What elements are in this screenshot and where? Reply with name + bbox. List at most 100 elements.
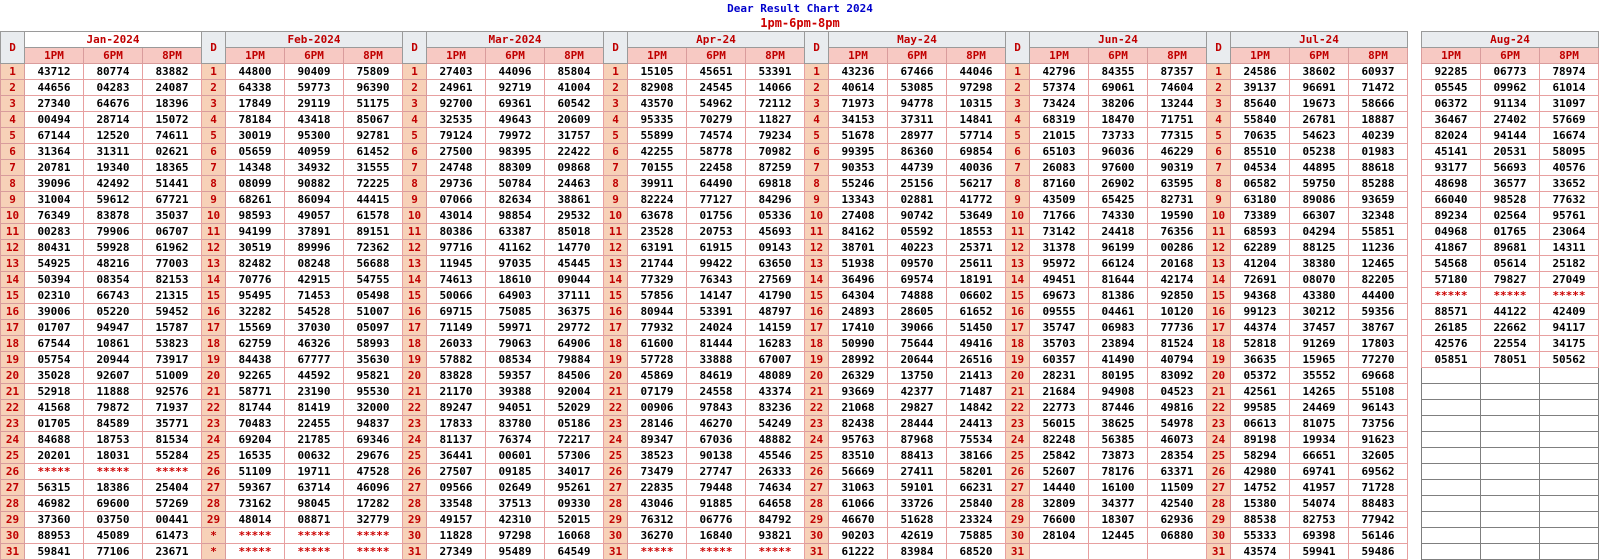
column-gutter: [1407, 271, 1422, 288]
column-gutter: [1407, 159, 1422, 176]
day-number: 25: [1005, 447, 1030, 464]
result-cell: 89086: [1289, 191, 1349, 208]
day-number: 17: [201, 319, 226, 336]
day-number: 2: [1206, 79, 1231, 96]
day-number: 4: [402, 111, 427, 128]
day-number: 15: [0, 287, 25, 304]
day-number: 5: [1005, 127, 1030, 144]
result-cell: 66307: [1289, 207, 1349, 224]
result-cell: 54925: [24, 255, 84, 272]
result-cell: 08871: [284, 511, 344, 528]
result-cell: [1539, 431, 1599, 448]
result-cell: 13244: [1147, 95, 1207, 112]
day-number: 11: [1206, 223, 1231, 240]
result-cell: 38861: [544, 191, 604, 208]
result-cell: 66124: [1088, 255, 1148, 272]
result-cell: 90138: [686, 447, 746, 464]
result-cell: 77932: [627, 319, 687, 336]
result-cell: 42492: [83, 175, 143, 192]
day-number: 22: [603, 399, 628, 416]
result-cell: 36577: [1480, 175, 1540, 192]
day-number: 31: [0, 543, 25, 560]
day-number: 31: [1005, 543, 1030, 560]
result-cell: 79872: [83, 399, 143, 416]
result-cell: 95763: [828, 431, 888, 448]
result-cell: 02881: [887, 191, 947, 208]
result-cell: 15380: [1230, 495, 1290, 512]
day-number: 5: [0, 127, 25, 144]
result-cell: 21170: [426, 383, 486, 400]
result-cell: 09962: [1480, 79, 1540, 96]
result-cell: 18470: [1088, 111, 1148, 128]
day-number: 14: [0, 271, 25, 288]
result-cell: 56669: [828, 463, 888, 480]
result-cell: 38767: [1348, 319, 1408, 336]
day-number: 16: [0, 303, 25, 320]
result-cell: 26185: [1421, 319, 1481, 336]
result-cell: 22554: [1480, 335, 1540, 352]
result-cell: 81444: [686, 335, 746, 352]
result-cell: 69715: [426, 303, 486, 320]
result-cell: 53391: [745, 63, 805, 80]
day-number: 24: [1206, 431, 1231, 448]
result-cell: 83510: [828, 447, 888, 464]
day-number: 12: [1005, 239, 1030, 256]
result-cell: 63595: [1147, 175, 1207, 192]
result-cell: [1480, 543, 1540, 560]
result-cell: 44096: [485, 63, 545, 80]
day-number: 22: [804, 399, 829, 416]
result-cell: 05614: [1480, 255, 1540, 272]
result-cell: 48014: [225, 511, 285, 528]
result-cell: 09185: [485, 463, 545, 480]
result-cell: 72362: [343, 239, 403, 256]
result-cell: 05220: [83, 303, 143, 320]
day-number: 6: [402, 143, 427, 160]
result-cell: 29676: [343, 447, 403, 464]
month-header: Jan-2024: [24, 31, 202, 48]
day-number: 25: [201, 447, 226, 464]
result-cell: 82438: [828, 415, 888, 432]
result-cell: [1480, 495, 1540, 512]
result-cell: 56315: [24, 479, 84, 496]
day-number: 10: [201, 207, 226, 224]
result-cell: 33652: [1539, 175, 1599, 192]
result-cell: 71728: [1348, 479, 1408, 496]
day-number: 27: [1206, 479, 1231, 496]
result-cell: 59928: [83, 239, 143, 256]
day-number: 8: [603, 175, 628, 192]
result-cell: 84589: [83, 415, 143, 432]
day-number: 6: [201, 143, 226, 160]
day-number: 16: [1206, 303, 1231, 320]
result-cell: 63371: [1147, 463, 1207, 480]
result-cell: 54978: [1147, 415, 1207, 432]
result-cell: 78974: [1539, 63, 1599, 80]
day-number: 19: [402, 351, 427, 368]
result-cell: 43374: [745, 383, 805, 400]
result-cell: 64676: [83, 95, 143, 112]
day-number: 19: [804, 351, 829, 368]
day-number: 3: [1206, 95, 1231, 112]
column-gutter: [1407, 319, 1422, 336]
result-cell: 14752: [1230, 479, 1290, 496]
result-cell: 81744: [225, 399, 285, 416]
result-cell: 80195: [1088, 367, 1148, 384]
result-cell: 54568: [1421, 255, 1481, 272]
day-number: 10: [1206, 207, 1231, 224]
result-cell: 34175: [1539, 335, 1599, 352]
result-cell: 36635: [1230, 351, 1290, 368]
day-number: 4: [1206, 111, 1231, 128]
result-cell: [1421, 415, 1481, 432]
result-cell: 69600: [83, 495, 143, 512]
result-cell: 72217: [544, 431, 604, 448]
column-gutter: [1407, 415, 1422, 432]
result-cell: 51175: [343, 95, 403, 112]
result-cell: 82753: [1289, 511, 1349, 528]
result-cell: 46982: [24, 495, 84, 512]
day-number: 4: [1005, 111, 1030, 128]
result-cell: 63650: [745, 255, 805, 272]
result-cell: 22422: [544, 143, 604, 160]
day-number: 27: [201, 479, 226, 496]
result-cell: 23064: [1539, 223, 1599, 240]
result-cell: 57728: [627, 351, 687, 368]
day-number: 31: [804, 543, 829, 560]
